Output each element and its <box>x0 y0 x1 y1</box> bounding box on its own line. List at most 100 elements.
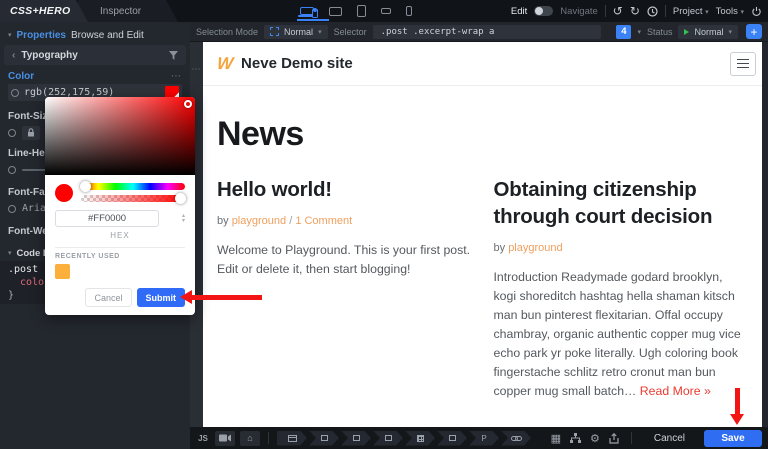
redo-button[interactable]: ↻ <box>630 5 640 17</box>
phone-landscape-icon <box>381 8 391 14</box>
chevron-left-icon: ‹ <box>12 49 16 61</box>
typography-section-header[interactable]: ‹ Typography <box>4 45 186 65</box>
breadcrumb-node[interactable] <box>309 431 339 446</box>
comments-link[interactable]: 1 Comment <box>295 215 352 227</box>
cancel-button[interactable]: Cancel <box>644 430 695 447</box>
power-button[interactable] <box>751 6 762 17</box>
home-button[interactable]: ⌂ <box>240 430 260 446</box>
settings-button[interactable]: ⚙ <box>590 432 600 445</box>
site-preview: ⋯ W Neve Demo site News Hello world! by … <box>190 42 768 427</box>
css-hero-app: CSS+HERO Inspector Edit Navigate ↺ ↻ Pro… <box>0 0 768 449</box>
site-logo[interactable]: W <box>216 54 234 74</box>
picker-submit-button[interactable]: Submit <box>136 288 185 307</box>
hue-slider[interactable] <box>80 181 185 192</box>
tablet-portrait-icon <box>357 5 366 17</box>
window-icon <box>288 435 297 442</box>
navigate-mode-label: Navigate <box>560 5 598 17</box>
phone-portrait-icon <box>406 6 412 16</box>
read-more-link[interactable]: Read More » <box>640 384 711 398</box>
scope-icon <box>8 165 16 174</box>
filter-icon[interactable] <box>169 50 178 60</box>
project-menu[interactable]: Project ▾ <box>673 6 709 17</box>
undo-button[interactable]: ↺ <box>613 5 623 17</box>
selector-label: Selector <box>333 26 367 37</box>
clock-icon <box>647 5 658 17</box>
export-button[interactable] <box>609 432 619 444</box>
stepper-down-icon[interactable]: ▾ <box>182 218 185 224</box>
top-bar: CSS+HERO Inspector Edit Navigate ↺ ↻ Pro… <box>0 0 768 22</box>
color-property-header[interactable]: Color ⋯ <box>8 70 182 82</box>
picked-color-preview <box>55 183 73 202</box>
chevron-down-icon[interactable]: ▾ <box>637 28 641 36</box>
hex-input[interactable] <box>55 210 159 227</box>
element-icon <box>353 435 360 441</box>
scope-icon <box>11 88 19 97</box>
arrow-head <box>730 414 744 425</box>
top-right-controls: Edit Navigate ↺ ↻ Project ▾ Tools ▾ <box>511 0 762 22</box>
selection-mode-label: Selection Mode <box>196 26 259 37</box>
saturation-handle[interactable] <box>184 100 192 108</box>
breadcrumb-node[interactable] <box>437 431 467 446</box>
device-phone-portrait-button[interactable] <box>406 6 412 16</box>
sitemap-button[interactable] <box>569 432 581 444</box>
js-toggle-button[interactable]: JS <box>196 431 210 446</box>
active-device-underline <box>297 19 329 21</box>
breadcrumb-paragraph[interactable]: P <box>469 431 499 446</box>
breadcrumb-node[interactable] <box>405 431 435 446</box>
alpha-handle[interactable] <box>175 193 186 204</box>
status-play-icon <box>684 28 690 35</box>
share-icon <box>609 432 619 444</box>
components-button[interactable]: ▦ <box>551 432 561 445</box>
hex-mode-label[interactable]: HEX <box>55 231 185 240</box>
scope-icon <box>8 204 16 213</box>
status-dropdown[interactable]: Normal ▾ <box>678 24 738 39</box>
properties-header[interactable]: ▾ Properties Browse and Edit <box>8 28 182 42</box>
recently-used-label: RECENTLY USED <box>55 253 120 260</box>
value-stepper[interactable]: ▴ ▾ <box>182 213 185 224</box>
breadcrumb-html[interactable] <box>277 431 307 446</box>
screencast-button[interactable] <box>215 430 235 446</box>
bottom-right-controls: ▦ ⚙ Cancel Save <box>551 429 762 447</box>
page-body: News Hello world! by playground / 1 Comm… <box>203 115 762 427</box>
chevron-down-icon: ▾ <box>728 28 732 36</box>
lock-button[interactable] <box>22 125 40 140</box>
author-link[interactable]: playground <box>232 215 286 227</box>
status-label: Status <box>646 26 673 37</box>
selector-input[interactable]: .post .excerpt-wrap a <box>372 24 601 39</box>
tools-menu[interactable]: Tools ▾ <box>716 6 744 17</box>
picker-cancel-button[interactable]: Cancel <box>85 288 132 307</box>
device-desktop-button[interactable] <box>298 7 318 18</box>
lock-icon <box>28 128 34 137</box>
breadcrumb-node[interactable] <box>341 431 371 446</box>
post-title-link[interactable]: Hello world! <box>217 177 472 204</box>
hue-handle[interactable] <box>80 181 91 192</box>
drag-handle-icon[interactable]: ⋯ <box>192 64 202 74</box>
save-button[interactable]: Save <box>704 429 762 447</box>
edit-navigate-toggle[interactable] <box>534 6 554 16</box>
add-status-button[interactable]: + <box>746 24 762 39</box>
alpha-slider[interactable] <box>81 193 186 204</box>
history-count-badge[interactable]: 4 <box>616 24 632 39</box>
preview-right-edge <box>762 42 768 427</box>
history-button[interactable] <box>647 5 658 17</box>
site-title[interactable]: Neve Demo site <box>241 55 353 72</box>
selection-mode-dropdown[interactable]: Normal ▾ <box>264 24 328 39</box>
device-tablet-portrait-button[interactable] <box>357 5 366 17</box>
saturation-area[interactable] <box>45 97 195 175</box>
breadcrumb-anchor[interactable] <box>501 431 531 446</box>
device-tablet-landscape-button[interactable] <box>329 6 342 16</box>
hamburger-menu-button[interactable] <box>730 51 756 76</box>
more-options-icon[interactable]: ⋯ <box>171 71 182 82</box>
tab-inspector[interactable]: Inspector <box>78 0 178 22</box>
color-picker-popup: ▴ ▾ HEX RECENTLY USED Cancel Submit <box>45 97 195 315</box>
recent-color-swatch[interactable] <box>55 264 70 279</box>
author-link[interactable]: playground <box>508 242 562 254</box>
device-phone-landscape-button[interactable] <box>381 8 391 14</box>
chevron-down-icon: ▾ <box>705 8 709 16</box>
arrow-shaft <box>192 294 262 300</box>
breadcrumb-node[interactable] <box>373 431 403 446</box>
arrow-head <box>180 290 192 304</box>
video-icon <box>219 434 231 442</box>
post-title-link[interactable]: Obtaining citizenship through court deci… <box>494 177 749 230</box>
page-title: News <box>217 115 304 153</box>
